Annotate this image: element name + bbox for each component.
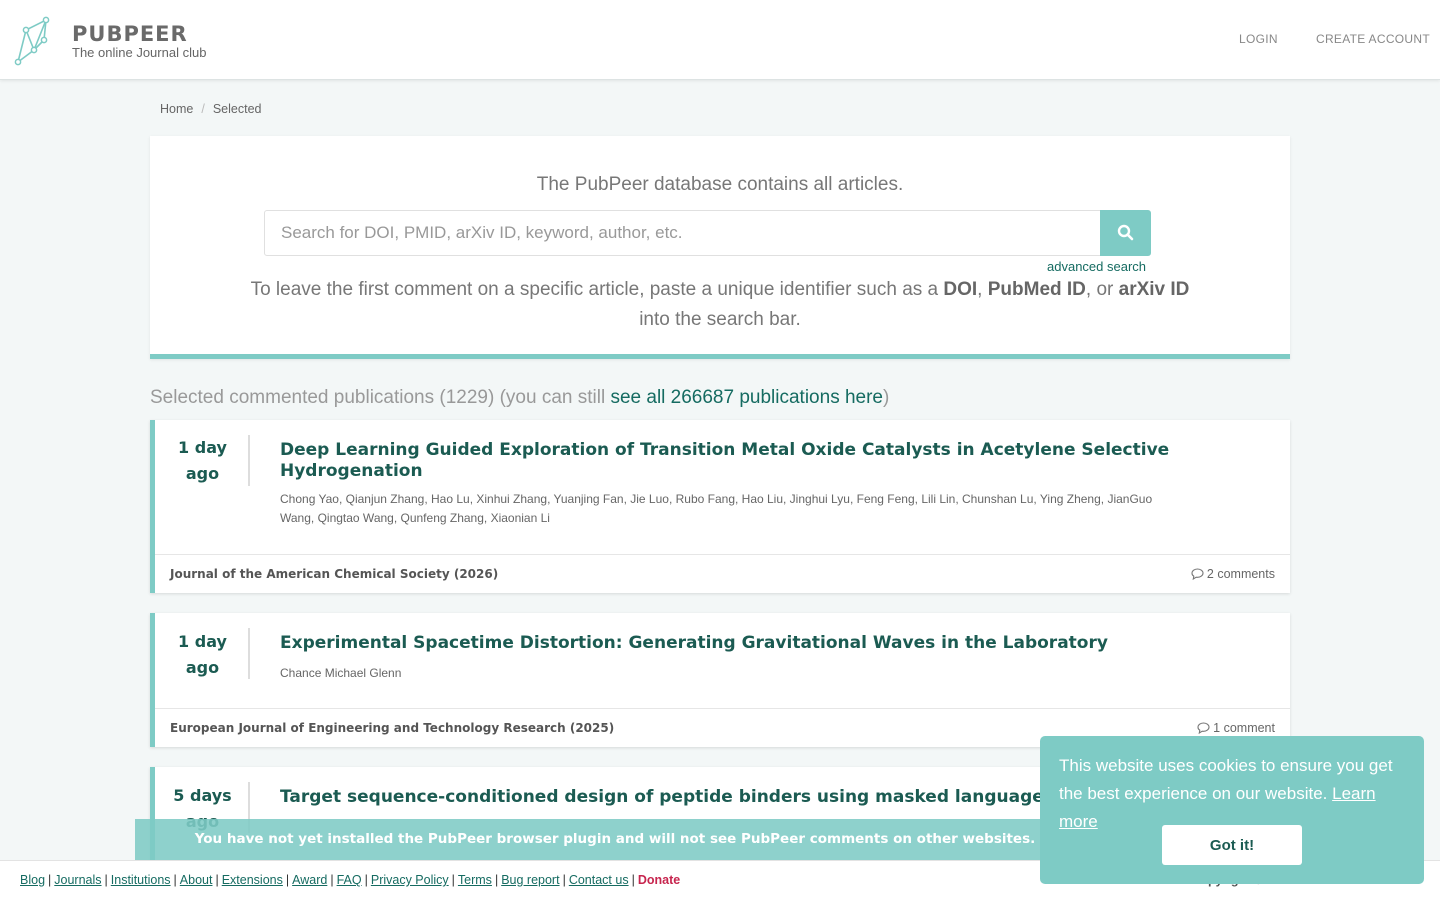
comment-count: 1 comment [1213, 721, 1275, 735]
footer-link-terms[interactable]: Terms [458, 873, 492, 887]
comment-bubble-icon [1197, 722, 1210, 735]
footer-separator: | [104, 873, 108, 887]
comment-count: 2 comments [1206, 567, 1275, 581]
publication-comments[interactable]: 1 comment [1197, 721, 1275, 735]
publication-date: 1 day ago [155, 629, 250, 681]
date-line-1: 5 days [173, 786, 232, 805]
footer-separator: | [451, 873, 455, 887]
footer-link-journals[interactable]: Journals [54, 873, 101, 887]
publication-date: 1 day ago [155, 435, 250, 487]
search-help-text: To leave the first comment on a specific… [250, 275, 1190, 335]
publication-authors: Chong Yao, Qianjun Zhang, Hao Lu, Xinhui… [280, 492, 1153, 525]
search-button[interactable] [1100, 210, 1151, 256]
date-line-2: ago [185, 658, 220, 677]
publication-card[interactable]: 1 day ago Deep Learning Guided Explorati… [150, 420, 1290, 593]
pubpeer-logo-icon[interactable] [14, 14, 50, 66]
date-line-1: 1 day [178, 632, 227, 651]
section-heading-suffix: ) [883, 387, 890, 408]
see-all-publications-link[interactable]: see all 266687 publications here [610, 387, 883, 408]
help-pmid: PubMed ID [987, 279, 1086, 300]
footer-link-blog[interactable]: Blog [20, 873, 45, 887]
publication-authors: Chance Michael Glenn [280, 666, 402, 680]
footer-link-award[interactable]: Award [292, 873, 327, 887]
publication-journal: European Journal of Engineering and Tech… [170, 721, 615, 735]
brand-subtitle: The online Journal club [72, 45, 207, 60]
footer-separator: | [285, 873, 290, 887]
brand-title[interactable]: PUBPEER [72, 22, 188, 46]
footer-separator: | [48, 873, 52, 887]
footer-link-faq[interactable]: FAQ [337, 873, 362, 887]
breadcrumb-current: Selected [212, 102, 262, 116]
cookie-message: This website uses cookies to ensure you … [1059, 752, 1409, 836]
cookie-consent-banner: This website uses cookies to ensure you … [1040, 736, 1424, 884]
breadcrumb: Home / Selected [160, 102, 261, 116]
comment-bubble-icon [1191, 568, 1204, 581]
date-line-2: ago [185, 464, 220, 483]
footer-separator: | [330, 873, 334, 887]
advanced-search-link[interactable]: advanced search [1047, 259, 1146, 274]
breadcrumb-separator: / [201, 102, 205, 116]
help-doi: DOI [943, 279, 978, 300]
footer-links: Blog | Journals | Institutions | About | Extensi… [20, 873, 680, 887]
publication-card[interactable]: 1 day ago Experimental Spacetime Distort… [150, 613, 1290, 747]
footer-separator: | [173, 873, 177, 887]
date-divider [248, 628, 250, 679]
date-line-1: 1 day [178, 438, 227, 457]
publication-journal: Journal of the American Chemical Society… [170, 567, 499, 581]
help-arxiv: arXiv ID [1118, 279, 1190, 300]
footer-link-institutions[interactable]: Institutions [111, 873, 171, 887]
plugin-install-banner[interactable]: You have not yet installed the PubPeer b… [135, 819, 1095, 860]
footer-separator: | [631, 873, 635, 887]
search-panel: The PubPeer database contains all articl… [150, 136, 1290, 359]
search-input[interactable] [264, 210, 1102, 256]
cookie-accept-button[interactable]: Got it! [1162, 825, 1302, 865]
site-header: PUBPEER The online Journal club LOGIN CR… [0, 0, 1440, 80]
help-comma: , [977, 279, 983, 300]
help-suffix: into the search bar. [639, 309, 801, 330]
section-heading: Selected commented publications (1229) (… [150, 387, 889, 409]
login-link[interactable]: LOGIN [1239, 32, 1278, 46]
donate-link[interactable]: Donate [638, 873, 680, 887]
publication-title[interactable]: Experimental Spacetime Distortion: Gener… [280, 633, 1180, 654]
publication-footer: Journal of the American Chemical Society… [155, 554, 1290, 593]
footer-link-bug-report[interactable]: Bug report [501, 873, 559, 887]
search-headline: The PubPeer database contains all articl… [536, 174, 904, 195]
search-icon [1117, 224, 1134, 241]
footer-link-extensions[interactable]: Extensions [222, 873, 283, 887]
publication-comments[interactable]: 2 comments [1191, 567, 1275, 581]
create-account-link[interactable]: CREATE ACCOUNT [1316, 32, 1430, 46]
publication-title[interactable]: Deep Learning Guided Exploration of Tran… [280, 440, 1180, 482]
footer-link-contact-us[interactable]: Contact us [569, 873, 629, 887]
help-prefix: To leave the first comment on a specific… [250, 279, 939, 300]
footer-separator: | [215, 873, 219, 887]
footer-separator: | [494, 873, 499, 887]
footer-link-about[interactable]: About [180, 873, 213, 887]
footer-separator: | [562, 873, 566, 887]
section-heading-prefix: Selected commented publications (1229) (… [150, 387, 606, 408]
help-or: , or [1085, 279, 1114, 300]
footer-separator: | [364, 873, 368, 887]
footer-link-privacy-policy[interactable]: Privacy Policy [371, 873, 449, 887]
breadcrumb-home[interactable]: Home [160, 102, 193, 116]
date-divider [248, 435, 250, 486]
